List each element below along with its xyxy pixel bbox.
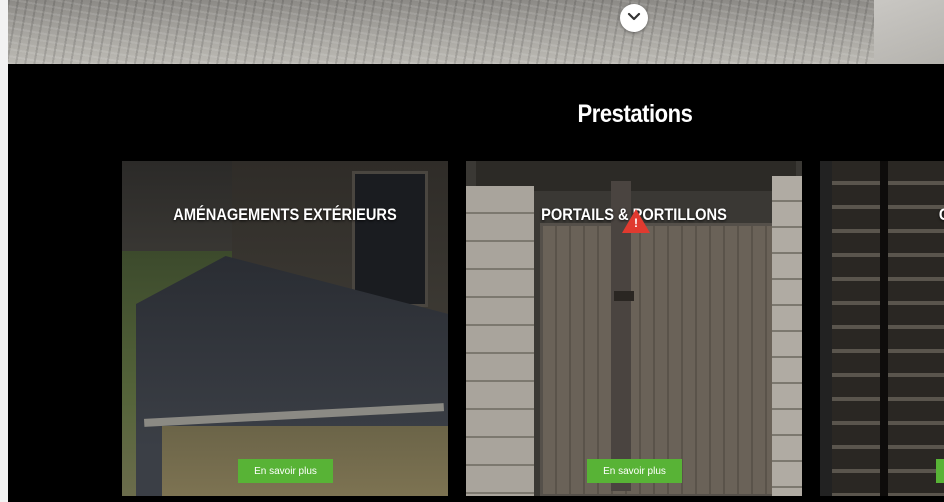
hero-image-right — [874, 0, 944, 64]
service-card-amenagements[interactable]: AMÉNAGEMENTS EXTÉRIEURS En savoir plus — [122, 161, 448, 496]
page-edge — [0, 0, 8, 502]
warning-mark: ! — [634, 216, 638, 230]
section-title: Prestations — [577, 100, 693, 128]
hero-image — [8, 0, 944, 64]
chevron-down-icon — [627, 9, 641, 27]
card-title: C — [939, 205, 944, 225]
service-card-portails[interactable]: PORTAILS & PORTILLONS ! En savoir plus — [466, 161, 802, 496]
learn-more-button[interactable]: En savoir plus — [587, 459, 682, 483]
learn-more-button[interactable]: En savoir plus — [238, 459, 333, 483]
scroll-down-button[interactable] — [620, 4, 648, 32]
learn-more-button[interactable] — [936, 459, 944, 483]
card-title: AMÉNAGEMENTS EXTÉRIEURS — [173, 205, 397, 224]
service-card-clotures[interactable]: C — [820, 161, 944, 496]
